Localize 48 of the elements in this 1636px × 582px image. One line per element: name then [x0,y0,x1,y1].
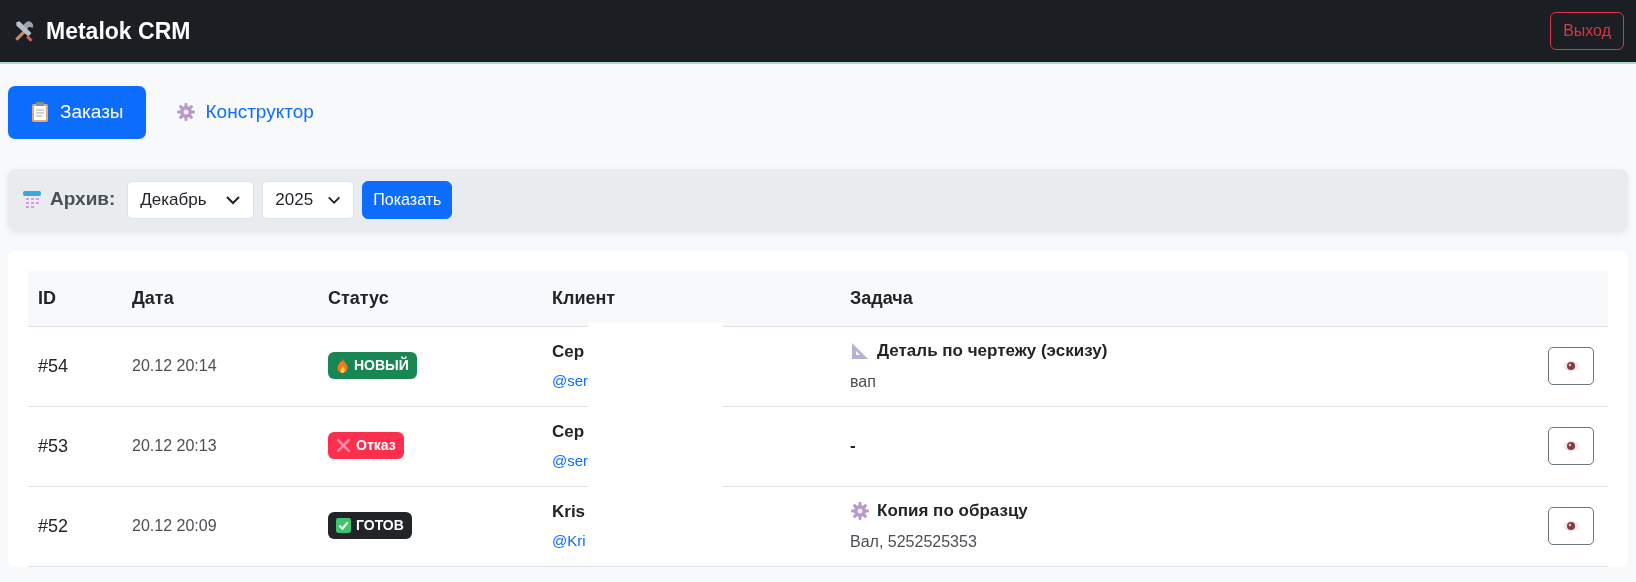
fire-icon [336,358,349,373]
status-badge: ГОТОВ [328,512,412,539]
status-badge: Отказ [328,432,404,459]
eye-icon [1563,520,1579,532]
month-select[interactable]: Декабрь [127,180,255,219]
archive-label: Архив: [50,187,116,212]
client-username[interactable]: @ser [552,449,589,473]
chevron-down-icon [225,194,242,205]
task-note: Вал, 5252525353 [850,531,978,552]
view-button[interactable] [1548,427,1594,465]
cross-icon [336,438,351,453]
status-badge: НОВЫЙ [328,352,417,379]
task-title: - [850,435,856,458]
client-name: Kris [552,501,587,524]
column-header: Дата [132,287,174,308]
order-id: #53 [38,435,69,456]
nav-tab[interactable]: Заказы [8,86,146,139]
client-name: Сер [552,341,586,364]
nav-tab[interactable]: Конструктор [153,86,336,139]
checkbox-icon [336,518,351,533]
order-id: #54 [38,355,69,376]
eye-icon [1563,440,1579,452]
column-header: Статус [328,287,389,308]
client-name: Сер [552,421,586,444]
client-username[interactable]: @Kri [552,529,586,553]
view-button[interactable] [1548,347,1594,385]
client-username[interactable]: @ser [552,369,589,393]
brand-title: Metalok CRM [46,16,191,46]
order-id: #52 [38,515,69,536]
eye-icon [1563,360,1579,372]
order-date: 20.12 20:14 [132,357,217,374]
task-title: Деталь по чертежу (эскизу) [877,340,1108,363]
column-header: ID [38,287,56,308]
year-select[interactable]: 2025 [262,180,355,219]
calendar-icon [22,188,42,211]
gear-icon [850,501,870,521]
task-title: Копия по образцу [877,500,1028,523]
chevron-down-icon [327,194,342,205]
show-button[interactable]: Показать [362,180,453,219]
column-header: Задача [850,287,913,308]
gear-icon [175,102,196,123]
order-date: 20.12 20:13 [132,437,217,454]
clipboard-icon [30,101,50,124]
task-note: вап [850,371,877,392]
column-header: Клиент [552,287,616,308]
logout-button[interactable]: Выход [1550,12,1624,50]
order-date: 20.12 20:09 [132,517,217,534]
view-button[interactable] [1548,507,1594,545]
